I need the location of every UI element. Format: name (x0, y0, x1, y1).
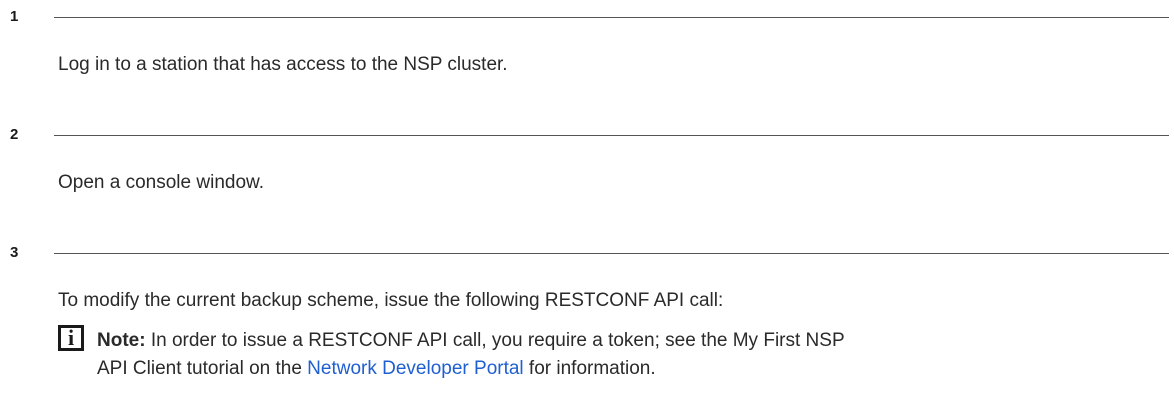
note-line-1: Note: In order to issue a RESTCONF API c… (97, 327, 845, 354)
note-text-3: for information. (523, 358, 656, 379)
step-divider (54, 17, 1169, 18)
network-developer-portal-link[interactable]: Network Developer Portal (307, 358, 523, 379)
step-2-text: Open a console window. (58, 172, 264, 193)
note-text-2: API Client tutorial on the (97, 358, 308, 379)
step-divider (54, 135, 1169, 136)
procedure-document: 1 Log in to a station that has access to… (0, 0, 1174, 408)
step-3-header: 3 (10, 243, 1169, 263)
step-number: 3 (10, 244, 19, 261)
step-3-text: To modify the current backup scheme, iss… (58, 290, 724, 311)
info-icon: i (58, 325, 84, 351)
step-1-text: Log in to a station that has access to t… (58, 54, 508, 75)
step-number: 1 (10, 8, 19, 25)
step-number: 2 (10, 126, 19, 143)
note-text-1: In order to issue a RESTCONF API call, y… (145, 330, 845, 351)
step-2-header: 2 (10, 125, 1169, 145)
note-line-2: API Client tutorial on the Network Devel… (97, 355, 656, 382)
note-label: Note: (97, 330, 146, 351)
step-1-header: 1 (10, 7, 1169, 27)
step-divider (54, 253, 1169, 254)
